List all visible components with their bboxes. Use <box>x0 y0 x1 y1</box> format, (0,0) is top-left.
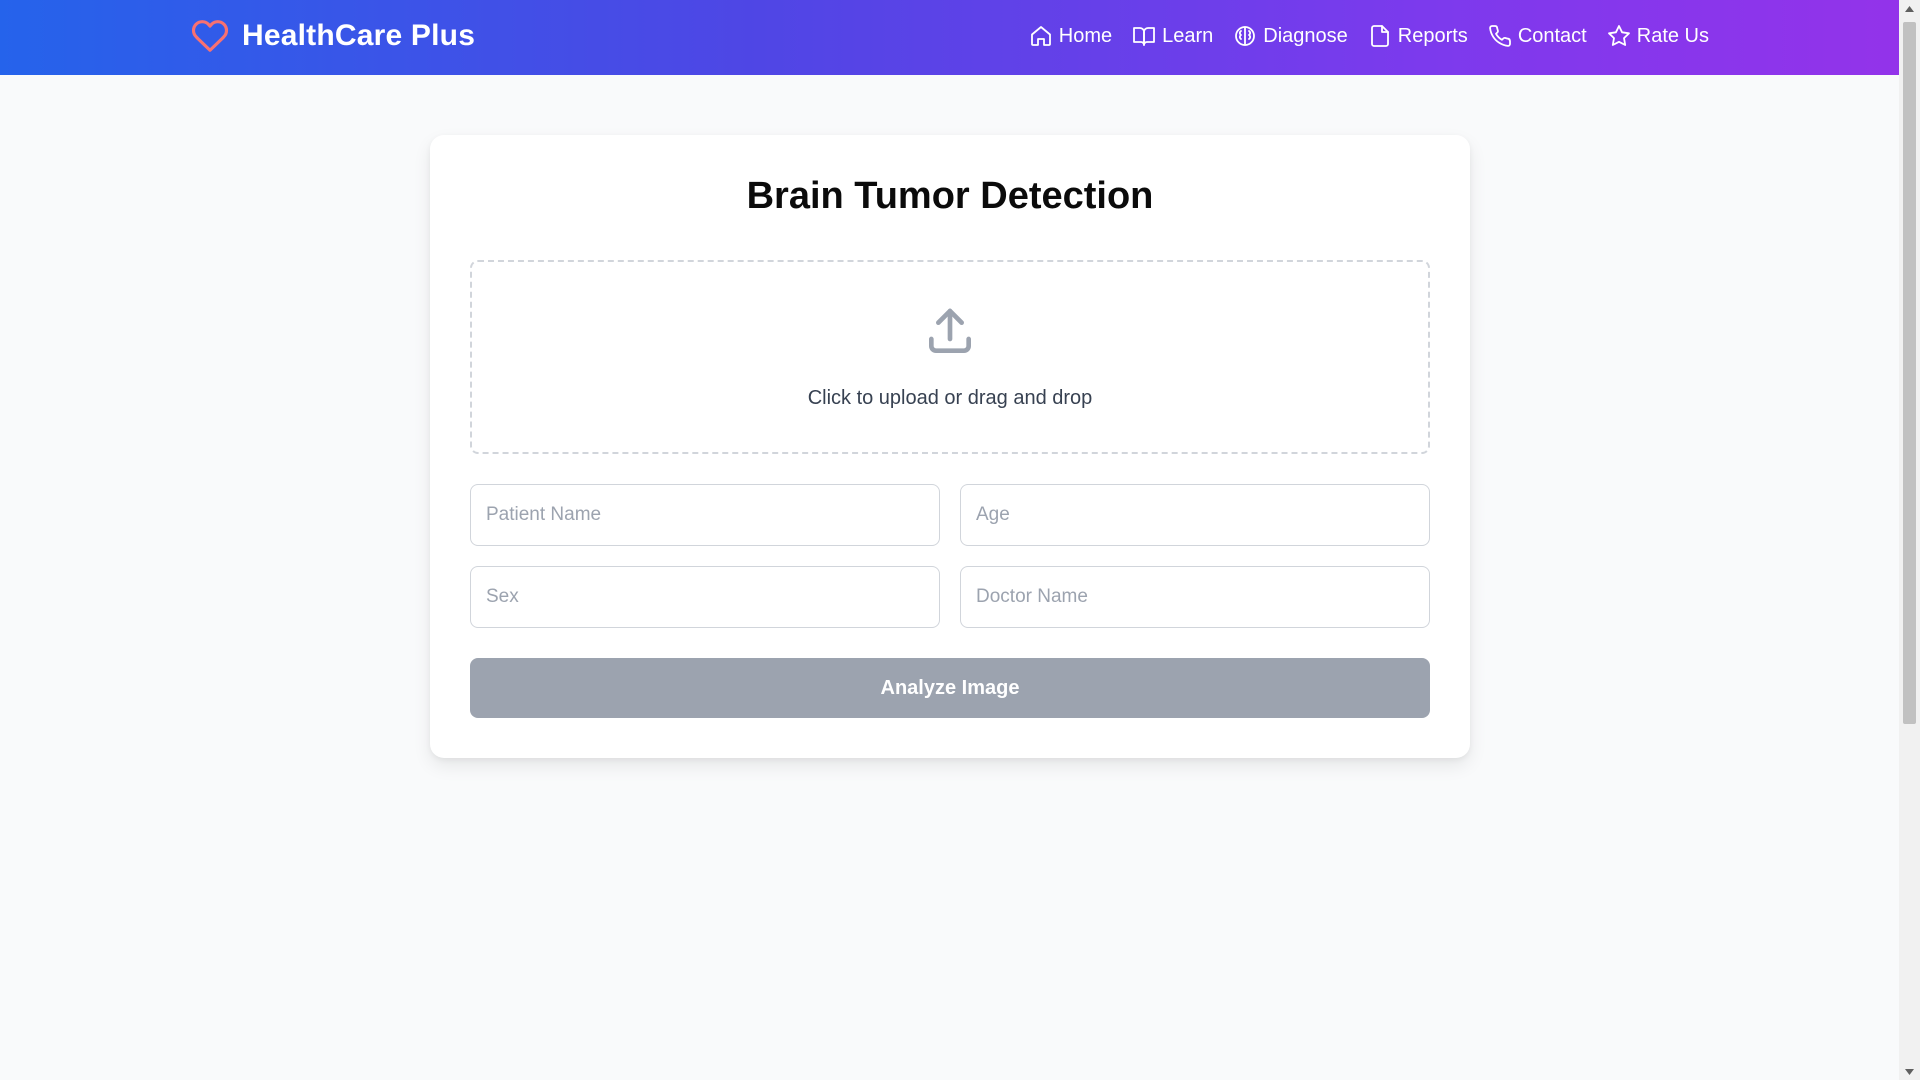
analyze-image-button[interactable]: Analyze Image <box>470 658 1430 718</box>
nav-item-label: Rate Us <box>1636 24 1709 47</box>
home-icon <box>1029 24 1053 48</box>
nav-item-home[interactable]: Home <box>1029 24 1112 48</box>
nav-item-label: Reports <box>1397 24 1468 47</box>
nav-item-label: Contact <box>1517 24 1587 47</box>
top-navbar: HealthCare Plus Home Learn Diagnose Repo… <box>0 0 1899 75</box>
page: HealthCare Plus Home Learn Diagnose Repo… <box>0 0 1899 1080</box>
page-title: Brain Tumor Detection <box>746 175 1154 217</box>
brand-logo[interactable]: HealthCare Plus <box>190 14 475 58</box>
star-icon <box>1607 24 1631 48</box>
nav-item-rate-us[interactable]: Rate Us <box>1607 24 1709 48</box>
heart-icon <box>190 16 230 56</box>
nav-item-contact[interactable]: Contact <box>1488 24 1587 48</box>
file-icon <box>1368 24 1392 48</box>
scroll-up-arrow-icon[interactable] <box>1899 0 1920 17</box>
nav-item-label: Diagnose <box>1263 24 1348 47</box>
phone-icon <box>1488 24 1512 48</box>
nav-item-diagnose[interactable]: Diagnose <box>1233 24 1348 48</box>
nav-item-learn[interactable]: Learn <box>1132 24 1213 48</box>
upload-icon <box>922 304 978 360</box>
nav-item-label: Learn <box>1162 24 1214 47</box>
nav-item-reports[interactable]: Reports <box>1368 24 1468 48</box>
nav-menu: Home Learn Diagnose Reports Contact Rate… <box>1029 18 1709 54</box>
brain-icon <box>1233 24 1257 48</box>
age-input[interactable] <box>960 484 1430 546</box>
scroll-down-arrow-icon[interactable] <box>1899 1063 1920 1080</box>
doctor-name-input[interactable] <box>960 566 1430 628</box>
patient-name-input[interactable] <box>470 484 940 546</box>
scrollbar-thumb[interactable] <box>1903 22 1916 724</box>
brand-name: HealthCare Plus <box>242 19 476 52</box>
vertical-scrollbar[interactable] <box>1899 0 1920 1080</box>
nav-item-label: Home <box>1058 24 1113 47</box>
detection-card: Brain Tumor Detection Click to upload or… <box>430 135 1470 758</box>
upload-instructions: Click to upload or drag and drop <box>807 387 1093 409</box>
book-open-icon <box>1132 24 1156 48</box>
upload-dropzone[interactable]: Click to upload or drag and drop <box>470 260 1430 454</box>
sex-input[interactable] <box>470 566 940 628</box>
